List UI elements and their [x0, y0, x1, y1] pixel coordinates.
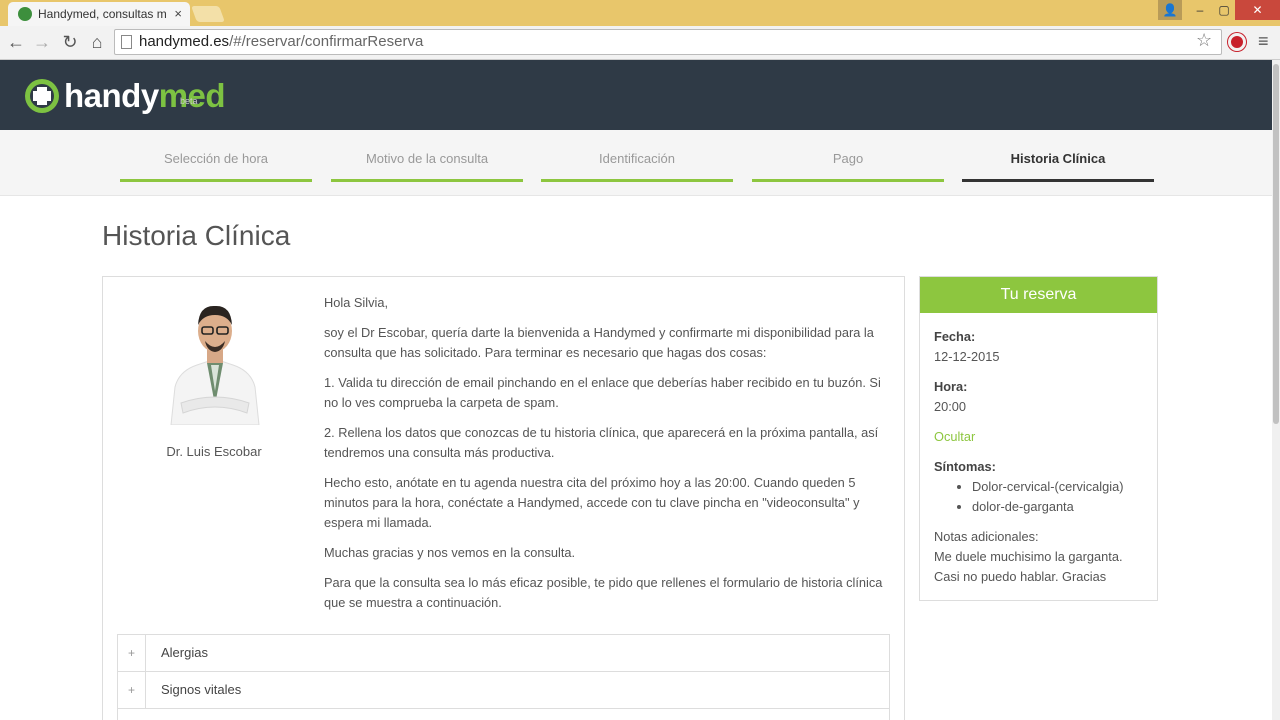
- handymed-favicon-icon: [18, 7, 32, 21]
- user-profile-button[interactable]: 👤: [1158, 0, 1182, 20]
- fecha-value: 12-12-2015: [934, 349, 1000, 364]
- sintoma-item: dolor-de-garganta: [972, 497, 1143, 517]
- close-window-button[interactable]: ✕: [1235, 0, 1280, 20]
- notas-value: Me duele muchisimo la garganta. Casi no …: [934, 549, 1123, 584]
- home-icon[interactable]: ⌂: [86, 32, 108, 52]
- hora-value: 20:00: [934, 399, 967, 414]
- hora-label: Hora:: [934, 379, 968, 394]
- sintomas-list: Dolor-cervical-(cervicalgia) dolor-de-ga…: [972, 477, 1143, 517]
- doctor-name: Dr. Luis Escobar: [166, 444, 262, 459]
- logo-text-handy: handy: [64, 77, 159, 114]
- page-scrollbar[interactable]: [1272, 60, 1280, 720]
- letter-paragraph: Muchas gracias y nos vemos en la consult…: [324, 545, 576, 560]
- notas-label: Notas adicionales:: [934, 529, 1039, 544]
- letter-paragraph: 2. Rellena los datos que conozcas de tu …: [324, 425, 879, 460]
- step-pago[interactable]: Pago: [752, 130, 944, 182]
- back-arrow-icon[interactable]: ←: [5, 32, 27, 52]
- historia-accordion: + Alergias + Signos vitales: [117, 634, 890, 720]
- doctor-letter: Hola Silvia, soy el Dr Escobar, quería d…: [324, 293, 884, 623]
- letter-paragraph: Para que la consulta sea lo más eficaz p…: [324, 575, 883, 610]
- doctor-avatar: [170, 305, 260, 425]
- logo-cross-icon: [25, 79, 59, 113]
- letter-paragraph: Hecho esto, anótate en tu agenda nuestra…: [324, 475, 860, 530]
- step-historia-clinica[interactable]: Historia Clínica: [962, 130, 1154, 182]
- extension-icon[interactable]: [1228, 33, 1246, 51]
- reservation-panel: Tu reserva Fecha: 12-12-2015 Hora: 20:00…: [919, 276, 1158, 601]
- accordion-label[interactable]: Signos vitales: [161, 672, 241, 708]
- tab-close-icon[interactable]: ×: [174, 6, 182, 21]
- maximize-button[interactable]: ▢: [1210, 0, 1238, 20]
- reservation-title: Tu reserva: [920, 277, 1157, 313]
- browser-tab[interactable]: Handymed, consultas méd ×: [8, 2, 190, 26]
- expand-plus-icon[interactable]: +: [118, 635, 146, 671]
- sintoma-item: Dolor-cervical-(cervicalgia): [972, 477, 1143, 497]
- accordion-item-signos-vitales[interactable]: + Signos vitales: [117, 671, 890, 708]
- step-motivo-consulta[interactable]: Motivo de la consulta: [331, 130, 523, 182]
- site-header: handymed beta: [0, 60, 1280, 130]
- accordion-label[interactable]: Alergias: [161, 635, 208, 671]
- accordion-item-alergias[interactable]: + Alergias: [117, 634, 890, 671]
- accordion-item-next[interactable]: [117, 708, 890, 720]
- letter-greeting: Hola Silvia,: [324, 295, 389, 310]
- url-host: handymed.es: [139, 33, 230, 50]
- page-title: Historia Clínica: [102, 220, 291, 251]
- step-seleccion-hora[interactable]: Selección de hora: [120, 130, 312, 182]
- reload-icon[interactable]: ↻: [59, 32, 81, 52]
- fecha-label: Fecha:: [934, 329, 976, 344]
- new-tab-button[interactable]: [191, 6, 225, 22]
- tab-title: Handymed, consultas méd: [38, 7, 166, 21]
- sintomas-label: Síntomas:: [934, 459, 996, 474]
- step-identificacion[interactable]: Identificación: [541, 130, 733, 182]
- url-path: /#/reservar/confirmarReserva: [229, 33, 424, 50]
- welcome-card: Dr. Luis Escobar Hola Silvia, soy el Dr …: [102, 276, 905, 720]
- page-icon: [121, 35, 132, 49]
- ocultar-link[interactable]: Ocultar: [934, 427, 1143, 447]
- logo-wordmark: handymed: [64, 77, 226, 115]
- logo-beta-label: beta: [180, 96, 198, 106]
- letter-paragraph: 1. Valida tu dirección de email pinchand…: [324, 375, 881, 410]
- address-bar[interactable]: handymed.es/#/reservar/confirmarReserva: [114, 29, 1222, 55]
- browser-tab-bar: Handymed, consultas méd × 👤 ‒ ▢ ✕: [0, 0, 1280, 26]
- letter-paragraph: soy el Dr Escobar, quería darte la bienv…: [324, 325, 874, 360]
- browser-toolbar: ← → ↻ ⌂ handymed.es/#/reservar/confirmar…: [0, 26, 1280, 60]
- booking-steps: Selección de hora Motivo de la consulta …: [0, 130, 1272, 196]
- browser-menu-icon[interactable]: ≡: [1258, 32, 1269, 50]
- expand-plus-icon[interactable]: +: [118, 672, 146, 708]
- bookmark-star-icon[interactable]: ☆: [1196, 30, 1212, 51]
- scrollbar-thumb[interactable]: [1273, 64, 1279, 424]
- forward-arrow-icon[interactable]: →: [31, 32, 53, 52]
